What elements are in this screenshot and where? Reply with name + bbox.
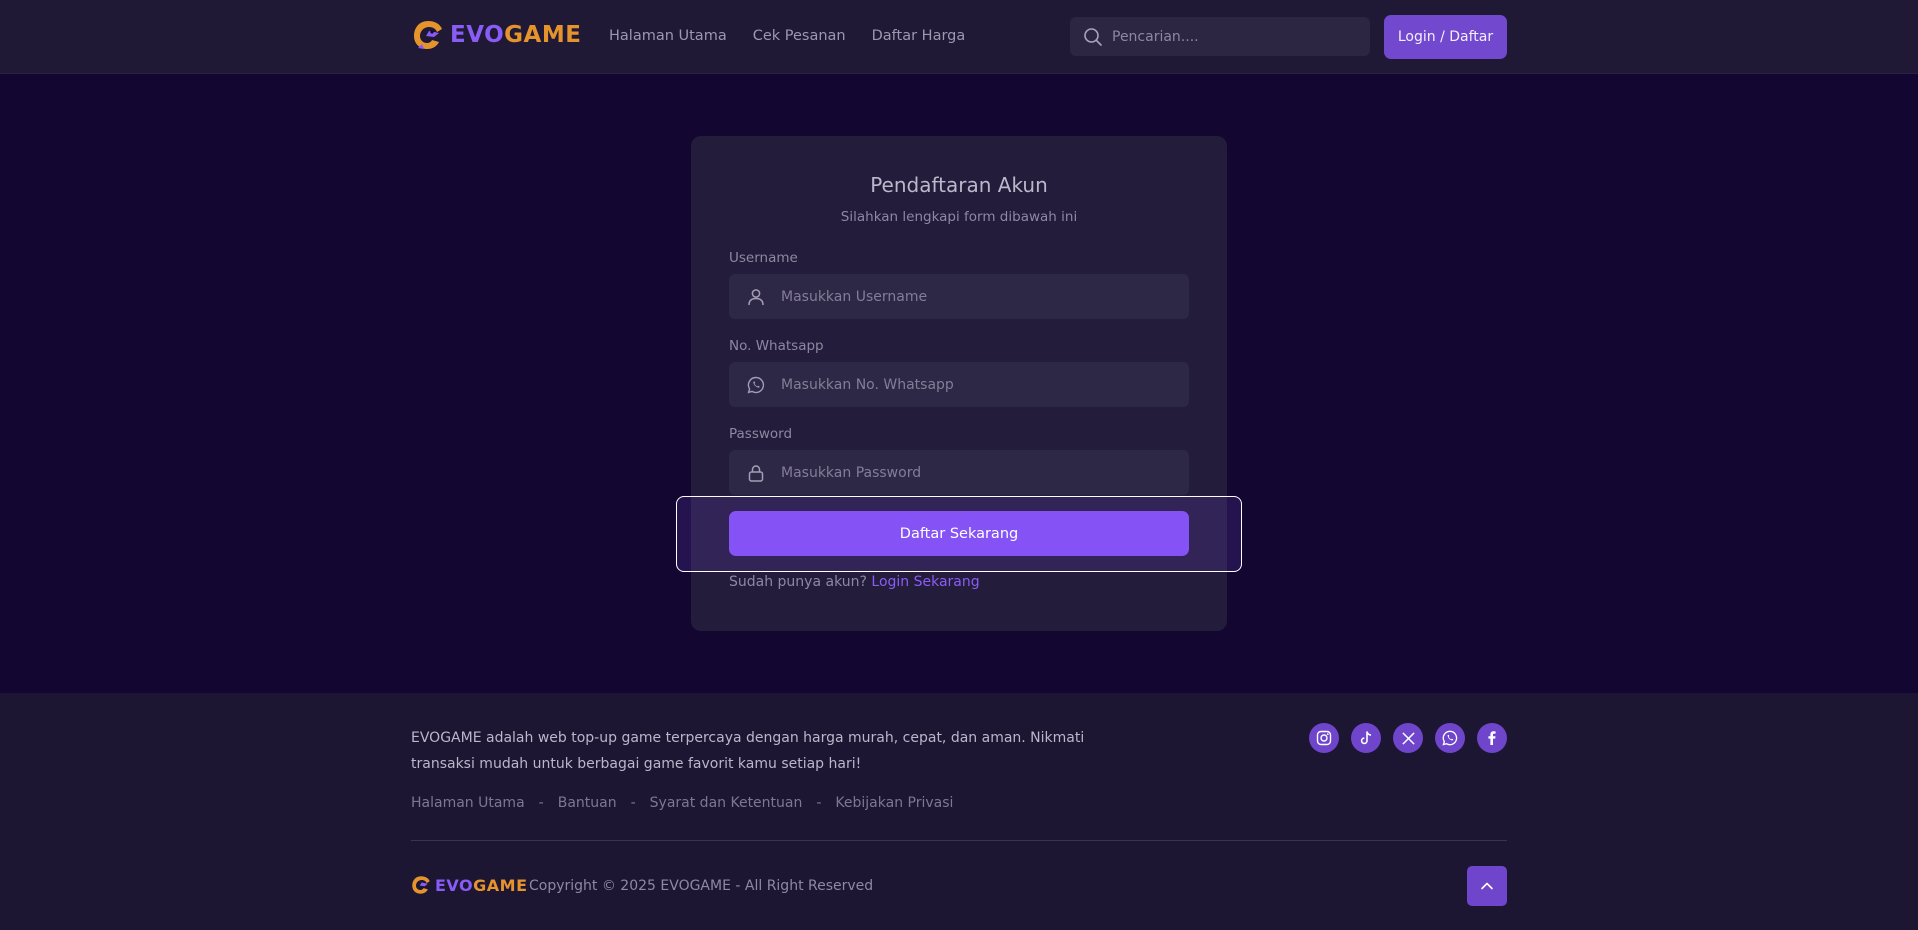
footer-brand-name: EVOGAME xyxy=(435,876,528,895)
footer-separator: - xyxy=(816,795,822,811)
whatsapp-label: No. Whatsapp xyxy=(729,338,824,354)
whatsapp-input[interactable] xyxy=(781,376,1161,393)
brand-logo[interactable]: EVOGAME xyxy=(412,18,581,52)
footer-description: EVOGAME adalah web top-up game terpercay… xyxy=(411,730,1085,772)
footer-brand-part1: EVO xyxy=(435,875,474,895)
whatsapp-icon xyxy=(747,376,765,393)
chevron-up-icon xyxy=(1481,882,1493,890)
instagram-icon xyxy=(1316,730,1332,746)
whatsapp-icon xyxy=(1442,730,1458,746)
instagram-button[interactable] xyxy=(1309,723,1339,753)
x-button[interactable] xyxy=(1393,723,1423,753)
brand-name-part2: GAME xyxy=(504,22,582,48)
footer-link-help[interactable]: Bantuan xyxy=(558,795,617,811)
scroll-to-top-button[interactable] xyxy=(1467,866,1507,906)
whatsapp-button[interactable] xyxy=(1435,723,1465,753)
facebook-button[interactable] xyxy=(1477,723,1507,753)
username-input[interactable] xyxy=(781,288,1161,305)
password-input[interactable] xyxy=(781,464,1161,481)
footer-link-terms[interactable]: Syarat dan Ketentuan xyxy=(650,795,803,811)
register-submit-button[interactable]: Daftar Sekarang xyxy=(729,511,1189,556)
tiktok-button[interactable] xyxy=(1351,723,1381,753)
dragon-logo-icon xyxy=(412,876,430,894)
username-field[interactable] xyxy=(729,274,1189,319)
footer-separator: - xyxy=(630,795,636,811)
top-navbar: EVOGAME Halaman Utama Cek Pesanan Daftar… xyxy=(0,0,1918,74)
lock-icon xyxy=(748,464,764,482)
brand-name: EVOGAME xyxy=(450,22,581,48)
form-title: Pendaftaran Akun xyxy=(870,173,1048,197)
footer-brand-logo[interactable]: EVOGAME xyxy=(411,874,528,896)
password-field[interactable] xyxy=(729,450,1189,495)
footer-brand-part2: GAME xyxy=(473,875,528,895)
footer-divider xyxy=(411,840,1507,841)
login-register-button[interactable]: Login / Daftar xyxy=(1384,15,1507,59)
user-icon xyxy=(748,288,764,305)
footer-separator: - xyxy=(538,795,544,811)
nav-home[interactable]: Halaman Utama xyxy=(609,28,727,44)
tiktok-icon xyxy=(1360,731,1372,745)
search-box[interactable] xyxy=(1070,17,1370,56)
nav-price-list[interactable]: Daftar Harga xyxy=(872,28,966,44)
copyright-text: Copyright © 2025 EVOGAME - All Right Res… xyxy=(529,878,874,894)
footer-link-privacy[interactable]: Kebijakan Privasi xyxy=(835,795,953,811)
login-prompt-text: Sudah punya akun? xyxy=(729,574,867,590)
social-links xyxy=(1309,723,1507,753)
search-icon xyxy=(1084,27,1102,46)
facebook-icon xyxy=(1488,731,1496,745)
username-label: Username xyxy=(729,250,798,266)
form-subtitle: Silahkan lengkapi form dibawah ini xyxy=(840,209,1078,225)
site-footer: EVOGAME adalah web top-up game terpercay… xyxy=(0,693,1918,930)
whatsapp-field[interactable] xyxy=(729,362,1189,407)
x-icon xyxy=(1401,731,1415,745)
nav-check-order[interactable]: Cek Pesanan xyxy=(753,28,846,44)
dragon-logo-icon xyxy=(414,21,442,49)
login-prompt: Sudah punya akun? Login Sekarang xyxy=(729,574,980,590)
footer-links: Halaman Utama - Bantuan - Syarat dan Ket… xyxy=(411,795,953,811)
footer-link-home[interactable]: Halaman Utama xyxy=(411,795,525,811)
login-now-link[interactable]: Login Sekarang xyxy=(871,574,979,590)
search-input[interactable] xyxy=(1112,28,1342,45)
main-nav: Halaman Utama Cek Pesanan Daftar Harga xyxy=(609,28,965,44)
password-label: Password xyxy=(729,426,793,442)
brand-name-part1: EVO xyxy=(450,22,505,48)
